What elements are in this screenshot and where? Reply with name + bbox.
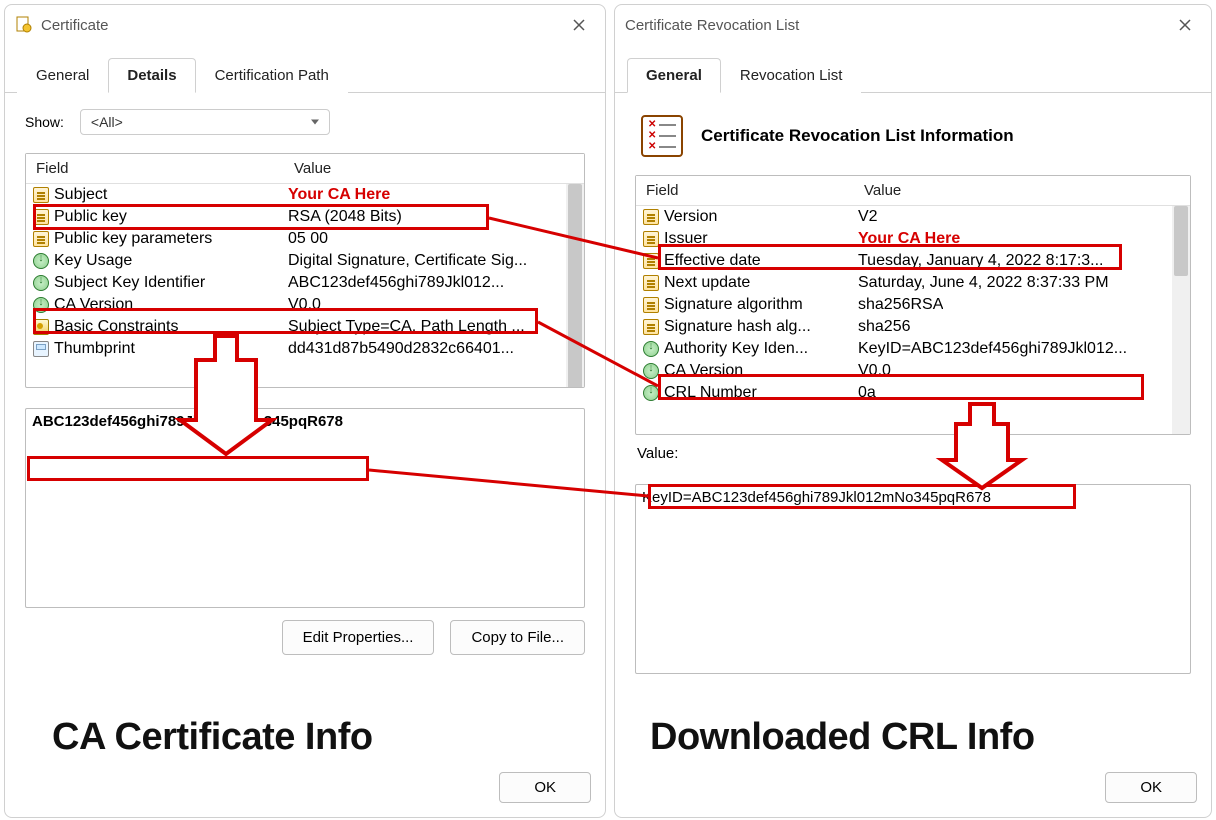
cert-field-icon [642,252,660,270]
copy-to-file-button[interactable]: Copy to File... [450,620,585,655]
column-header-field[interactable]: Field [636,176,854,205]
tab-general[interactable]: General [17,58,108,93]
list-row: Basic ConstraintsSubject Type=CA, Path L… [26,316,584,338]
list-row: Public keyRSA (2048 Bits) [26,206,584,228]
scrollbar[interactable] [566,184,584,387]
certificate-dialog: Certificate General Details Certificatio… [4,4,606,818]
list-row: Key UsageDigital Signature, Certificate … [26,250,584,272]
close-icon [573,19,585,31]
extension-icon [32,296,50,314]
column-header-value[interactable]: Value [854,176,1190,205]
certificate-icon [15,16,33,34]
edit-properties-button[interactable]: Edit Properties... [282,620,435,655]
cert-field-icon [32,230,50,248]
list-row: Signature algorithmsha256RSA [636,294,1190,316]
cert-field-icon [642,318,660,336]
titlebar: Certificate [5,5,605,45]
list-row: Authority Key Iden...KeyID=ABC123def456g… [636,338,1190,360]
cert-field-icon [642,296,660,314]
list-row: Subject Key IdentifierABC123def456ghi789… [26,272,584,294]
crl-detail-value-text: KeyID=ABC123def456ghi789Jkl012mNo345pqR6… [642,489,991,506]
extension-icon [642,340,660,358]
right-caption: Downloaded CRL Info [650,716,1035,759]
close-icon [1179,19,1191,31]
extension-icon [32,274,50,292]
list-row: VersionV2 [636,206,1190,228]
show-filter-dropdown[interactable]: <All> [80,109,330,135]
list-row: SubjectYour CA Here [26,184,584,206]
tab-certification-path[interactable]: Certification Path [196,58,348,93]
cert-field-icon [32,186,50,204]
show-label: Show: [25,114,64,130]
cert-field-icon [642,274,660,292]
tab-strip: General Revocation List [615,57,1211,93]
list-row: Signature hash alg...sha256 [636,316,1190,338]
ok-button[interactable]: OK [1105,772,1197,803]
crl-detail-value-box[interactable]: KeyID=ABC123def456ghi789Jkl012mNo345pqR6… [635,484,1191,674]
crl-info-title: Certificate Revocation List Information [701,126,1014,146]
extension-icon [32,252,50,270]
cert-field-icon [642,208,660,226]
field-list-rows: SubjectYour CA Here Public keyRSA (2048 … [26,184,584,387]
extension-icon [642,362,660,380]
crl-icon: ✕ ✕ ✕ [641,115,683,157]
dialog-title: Certificate Revocation List [625,17,799,34]
tab-general[interactable]: General [627,58,721,93]
field-list[interactable]: Field Value SubjectYour CA Here Public k… [25,153,585,388]
tab-revocation-list[interactable]: Revocation List [721,58,862,93]
detail-value-text: ABC123def456ghi789Jkl012mNo345pqR678 [32,413,343,430]
crl-field-list[interactable]: Field Value VersionV2 IssuerYour CA Here… [635,175,1191,435]
list-row: CA VersionV0.0 [26,294,584,316]
list-row: CRL Number0a [636,382,1190,404]
list-row: Effective dateTuesday, January 4, 2022 8… [636,250,1190,272]
tab-details[interactable]: Details [108,58,195,93]
titlebar: Certificate Revocation List [615,5,1211,45]
detail-value-box[interactable]: ABC123def456ghi789Jkl012mNo345pqR678 [25,408,585,608]
seal-icon [32,318,50,336]
list-row: IssuerYour CA Here [636,228,1190,250]
thumbprint-icon [32,340,50,358]
dialog-title: Certificate [41,17,109,34]
ok-button[interactable]: OK [499,772,591,803]
list-row: Next updateSaturday, June 4, 2022 8:37:3… [636,272,1190,294]
list-row: Thumbprintdd431d87b5490d2832c66401... [26,338,584,360]
close-button[interactable] [1169,11,1201,39]
close-button[interactable] [563,11,595,39]
list-row: Public key parameters05 00 [26,228,584,250]
column-header-field[interactable]: Field [26,154,284,183]
value-label: Value: [637,445,1191,462]
scrollbar[interactable] [1172,206,1190,434]
list-row: CA VersionV0.0 [636,360,1190,382]
crl-list-rows: VersionV2 IssuerYour CA Here Effective d… [636,206,1190,434]
left-caption: CA Certificate Info [52,716,373,759]
tab-strip: General Details Certification Path [5,57,605,93]
cert-field-icon [32,208,50,226]
column-header-value[interactable]: Value [284,154,584,183]
cert-field-icon [642,230,660,248]
extension-icon [642,384,660,402]
crl-dialog: Certificate Revocation List General Revo… [614,4,1212,818]
